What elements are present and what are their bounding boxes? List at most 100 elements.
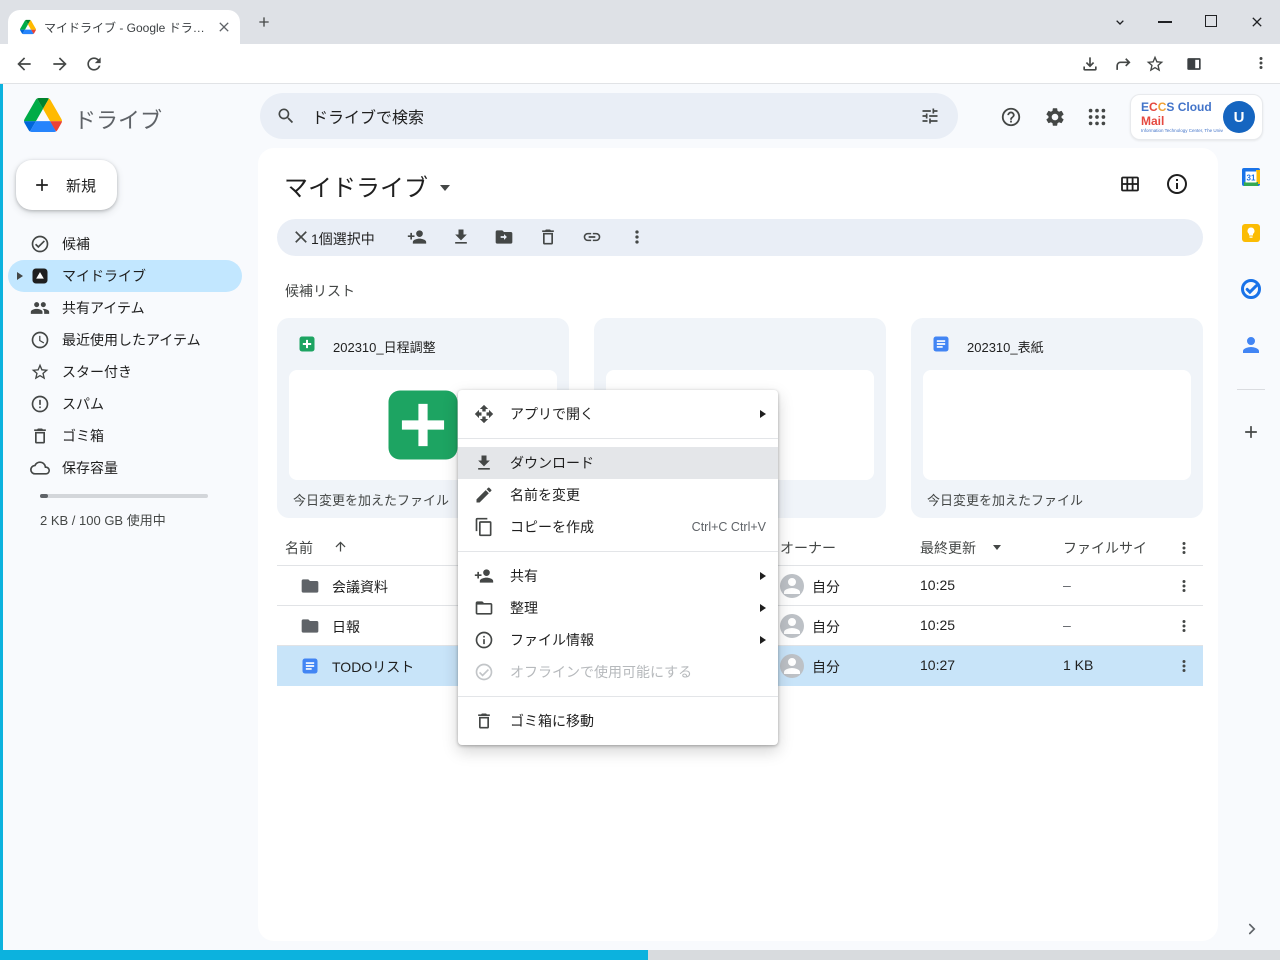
- search-options-tune-icon[interactable]: [920, 106, 940, 126]
- card-caption: 今日変更を加えたファイル: [293, 490, 449, 509]
- contacts-icon[interactable]: [1239, 333, 1263, 357]
- row-kebab-icon[interactable]: [1175, 617, 1193, 635]
- tasks-icon[interactable]: [1239, 277, 1263, 301]
- expand-arrow-icon[interactable]: [17, 272, 23, 280]
- new-button-label: 新規: [66, 175, 96, 196]
- settings-gear-icon[interactable]: [1044, 106, 1066, 128]
- menu-item-organize[interactable]: 整理: [458, 592, 778, 624]
- tab-close-icon[interactable]: [216, 19, 232, 35]
- column-owner[interactable]: オーナー: [780, 538, 836, 558]
- menu-item-label: コピーを作成: [510, 517, 692, 537]
- menu-item-shortcut: Ctrl+C Ctrl+V: [692, 520, 766, 534]
- storage-progress-bar: [40, 494, 208, 498]
- keep-icon[interactable]: [1239, 221, 1263, 245]
- sidebar-item-trash[interactable]: ゴミ箱: [8, 420, 242, 452]
- people-icon: [30, 298, 50, 318]
- row-kebab-icon[interactable]: [1175, 577, 1193, 595]
- column-size[interactable]: ファイルサイ: [1063, 538, 1147, 558]
- modified-time: 10:27: [920, 657, 955, 673]
- menu-item-share[interactable]: 共有: [458, 560, 778, 592]
- column-modified[interactable]: 最終更新: [920, 538, 976, 558]
- folder-icon: [300, 576, 320, 596]
- menu-item-move-to-trash[interactable]: ゴミ箱に移動: [458, 705, 778, 737]
- grid-view-icon[interactable]: [1118, 172, 1142, 196]
- browser-tab[interactable]: マイドライブ - Google ドライブ: [8, 10, 240, 44]
- folder-icon: [300, 616, 320, 636]
- share-page-icon[interactable]: [1113, 54, 1133, 74]
- column-dropdown-icon[interactable]: [993, 545, 1001, 550]
- collapse-panel-chevron-icon[interactable]: [1243, 920, 1261, 938]
- share-person-add-icon: [474, 566, 494, 586]
- menu-item-file-info[interactable]: ファイル情報: [458, 624, 778, 656]
- download-icon[interactable]: [451, 227, 471, 247]
- sidebar-item-shared[interactable]: 共有アイテム: [8, 292, 242, 324]
- more-actions-kebab-icon[interactable]: [627, 227, 647, 247]
- menu-item-make-copy[interactable]: コピーを作成 Ctrl+C Ctrl+V: [458, 511, 778, 543]
- window-minimize-icon[interactable]: [1158, 21, 1172, 23]
- clear-selection-icon[interactable]: [291, 227, 311, 247]
- check-circle-icon: [30, 234, 50, 254]
- search-placeholder: ドライブで検索: [312, 104, 920, 128]
- row-kebab-icon[interactable]: [1175, 657, 1193, 675]
- side-panel-icon[interactable]: [1184, 54, 1204, 74]
- tab-title: マイドライブ - Google ドライブ: [44, 19, 216, 36]
- drive-profile-avatar[interactable]: U: [1223, 101, 1255, 133]
- sort-ascending-icon[interactable]: [333, 539, 348, 554]
- file-size: –: [1063, 577, 1071, 593]
- back-icon[interactable]: [14, 54, 34, 74]
- menu-item-download[interactable]: ダウンロード: [458, 447, 778, 479]
- menu-item-rename[interactable]: 名前を変更: [458, 479, 778, 511]
- sidebar-item-recent[interactable]: 最近使用したアイテム: [8, 324, 242, 356]
- sidebar-item-suggested[interactable]: 候補: [8, 228, 242, 260]
- my-drive-icon: [30, 266, 50, 286]
- forward-icon[interactable]: [50, 54, 70, 74]
- move-to-folder-icon[interactable]: [494, 227, 514, 247]
- drive-logo-icon: [24, 98, 62, 132]
- modified-time: 10:25: [920, 577, 955, 593]
- share-person-add-icon[interactable]: [407, 227, 427, 247]
- get-addons-plus-icon[interactable]: [1241, 422, 1261, 442]
- sheets-logo-large-icon: [377, 379, 469, 471]
- suggestion-card-doc[interactable]: 202310_表紙 今日変更を加えたファイル: [911, 318, 1203, 518]
- open-with-icon: [474, 404, 494, 424]
- sidebar-item-storage[interactable]: 保存容量: [8, 452, 242, 484]
- capture-border-bottom: [0, 950, 648, 960]
- sidebar-item-my-drive[interactable]: マイドライブ: [8, 260, 242, 292]
- selection-toolbar: 1個選択中: [277, 219, 1203, 256]
- table-options-kebab-icon[interactable]: [1175, 539, 1193, 557]
- page-title[interactable]: マイドライブ: [284, 168, 450, 203]
- trash-icon: [474, 711, 494, 731]
- downloads-icon[interactable]: [1080, 54, 1100, 74]
- column-name[interactable]: 名前: [285, 538, 313, 558]
- menu-item-open-with[interactable]: アプリで開く: [458, 398, 778, 430]
- download-icon: [474, 453, 494, 473]
- search-bar[interactable]: ドライブで検索: [260, 93, 958, 139]
- owner-avatar: [780, 654, 804, 678]
- owner-avatar: [780, 574, 804, 598]
- sidebar-item-spam[interactable]: スパム: [8, 388, 242, 420]
- new-tab-icon[interactable]: [256, 14, 272, 30]
- window-close-icon[interactable]: [1249, 14, 1265, 30]
- delete-icon[interactable]: [538, 227, 558, 247]
- sidebar-item-starred[interactable]: スター付き: [8, 356, 242, 388]
- title-dropdown-icon[interactable]: [440, 185, 450, 191]
- reload-icon[interactable]: [84, 54, 104, 74]
- tab-search-chevron-icon[interactable]: [1112, 14, 1128, 30]
- storage-progress-fill: [40, 494, 48, 498]
- calendar-icon[interactable]: 31: [1239, 165, 1263, 189]
- storage-text: 2 KB / 100 GB 使用中: [40, 510, 166, 529]
- apps-grid-icon[interactable]: [1086, 106, 1108, 128]
- sidebar-item-label: スター付き: [62, 362, 132, 382]
- get-link-icon[interactable]: [582, 227, 602, 247]
- file-size: –: [1063, 617, 1071, 633]
- help-icon[interactable]: [1000, 106, 1022, 128]
- drive-app: ドライブ ドライブで検索 ECCS Cloud Mail Information…: [0, 84, 1280, 960]
- menu-item-label: ダウンロード: [510, 453, 766, 473]
- bookmark-star-icon[interactable]: [1145, 54, 1165, 74]
- menu-divider: [458, 551, 778, 552]
- account-badge[interactable]: ECCS Cloud Mail Information Technology C…: [1130, 94, 1263, 140]
- window-maximize-icon[interactable]: [1205, 15, 1217, 27]
- details-info-icon[interactable]: [1165, 172, 1189, 196]
- new-button[interactable]: 新規: [16, 160, 117, 210]
- browser-menu-kebab-icon[interactable]: [1252, 54, 1270, 72]
